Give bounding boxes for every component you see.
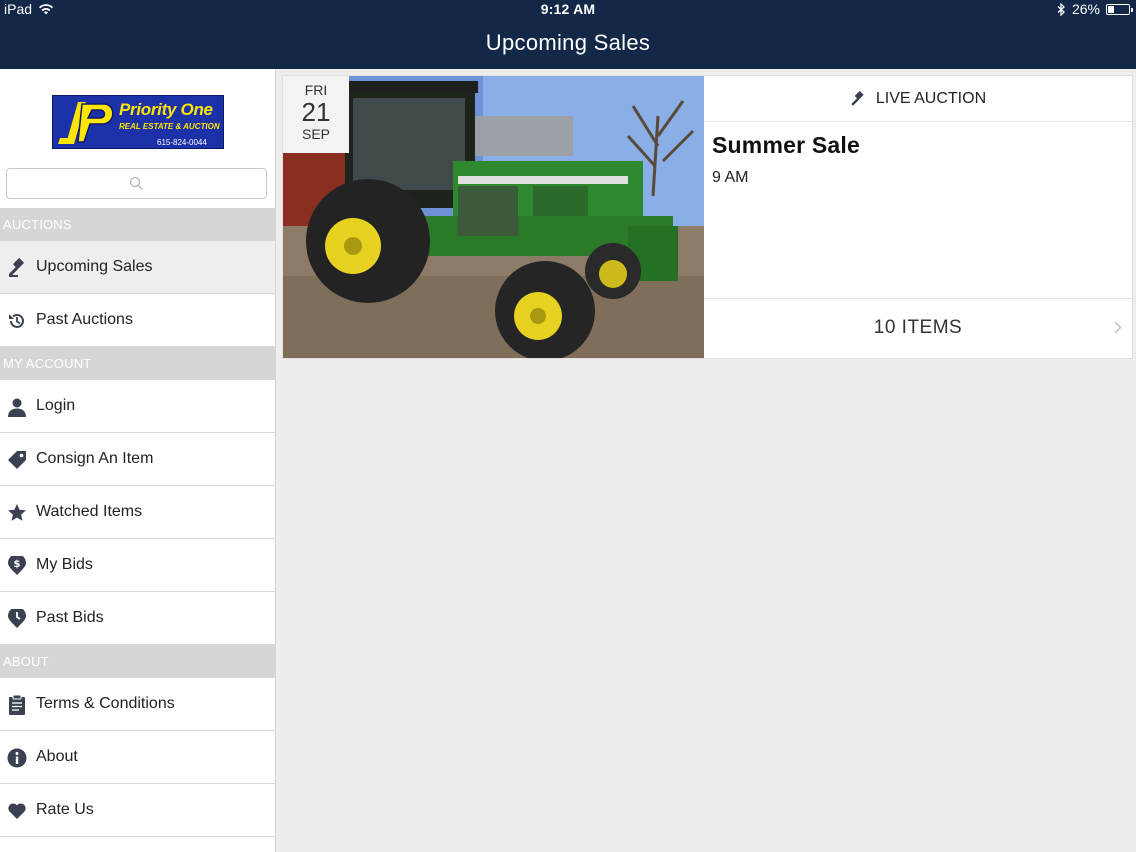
- sidebar-item-label: Rate Us: [36, 801, 94, 818]
- sidebar-item-label: Watched Items: [36, 503, 143, 520]
- clipboard-icon: [9, 695, 25, 715]
- star-icon: [8, 504, 26, 521]
- section-about: ABOUT: [0, 645, 275, 678]
- logo-mark-icon: [58, 102, 114, 144]
- chevron-right-icon: [1114, 321, 1122, 334]
- heart-icon: [8, 803, 26, 819]
- sidebar-item-consign[interactable]: Consign An Item: [0, 433, 275, 486]
- search-input[interactable]: [6, 168, 267, 199]
- user-icon: [8, 398, 26, 417]
- section-my-account: MY ACCOUNT: [0, 347, 275, 380]
- battery-percent: 26%: [1071, 1, 1100, 17]
- top-bar: iPad 9:12 AM 26% Upcoming Sales: [0, 0, 1136, 69]
- status-time: 9:12 AM: [540, 1, 596, 17]
- sale-day: 21: [301, 97, 331, 127]
- page-title: Upcoming Sales: [485, 30, 651, 55]
- sale-date-badge: FRI 21 SEP: [283, 76, 349, 153]
- logo-phone: 615-824-0044: [157, 138, 207, 147]
- sale-card[interactable]: FRI 21 SEP LIVE AUCTION Summer Sale 9 AM…: [282, 75, 1133, 359]
- sidebar-item-label: Consign An Item: [36, 450, 154, 467]
- logo-area: Priority One REAL ESTATE & AUCTION 615-8…: [0, 69, 275, 166]
- sidebar-item-label: My Bids: [36, 556, 93, 573]
- status-bar: iPad 9:12 AM 26%: [0, 0, 1136, 20]
- sidebar-item-my-bids[interactable]: $ My Bids: [0, 539, 275, 592]
- sidebar-item-label: About: [36, 748, 78, 765]
- battery-icon: [1106, 3, 1133, 15]
- bluetooth-icon: [1057, 2, 1065, 16]
- sidebar-item-label: Past Auctions: [36, 311, 133, 328]
- history-icon: [9, 313, 24, 328]
- sidebar-item-past-bids[interactable]: Past Bids: [0, 592, 275, 645]
- sidebar-item-upcoming-sales[interactable]: Upcoming Sales: [0, 241, 275, 294]
- live-auction-label[interactable]: LIVE AUCTION: [704, 76, 1132, 122]
- logo-brand: Priority One: [119, 100, 213, 119]
- sidebar-item-past-auctions[interactable]: Past Auctions: [0, 294, 275, 347]
- search-icon: [129, 176, 143, 190]
- view-items-button[interactable]: 10 ITEMS: [704, 298, 1132, 358]
- battery-fill: [1108, 5, 1114, 13]
- items-count: 10 ITEMS: [873, 317, 963, 338]
- sale-day-of-week: FRI: [304, 82, 328, 98]
- sidebar-item-terms[interactable]: Terms & Conditions: [0, 678, 275, 731]
- sidebar-item-label: Login: [36, 397, 76, 414]
- dollar-icon: $: [8, 556, 26, 575]
- sidebar-item-label: Past Bids: [36, 609, 104, 626]
- clock-badge-icon: [8, 609, 26, 628]
- tag-icon: [8, 451, 26, 469]
- auction-type: LIVE AUCTION: [875, 89, 987, 107]
- sidebar-item-rate-us[interactable]: Rate Us: [0, 784, 275, 837]
- gavel-icon: [8, 258, 24, 277]
- status-right: 26%: [1057, 1, 1133, 17]
- sidebar-item-about[interactable]: About: [0, 731, 275, 784]
- logo-subtitle: REAL ESTATE & AUCTION: [119, 122, 220, 131]
- sale-title[interactable]: Summer Sale: [712, 132, 860, 159]
- section-auctions: AUCTIONS: [0, 208, 275, 241]
- sale-month: SEP: [301, 126, 330, 142]
- sidebar: Priority One REAL ESTATE & AUCTION 615-8…: [0, 69, 276, 852]
- sidebar-menu: AUCTIONS Upcoming Sales Past Auctions MY…: [0, 208, 275, 837]
- sale-time: 9 AM: [712, 169, 749, 186]
- sidebar-item-label: Upcoming Sales: [36, 258, 153, 275]
- sidebar-item-login[interactable]: Login: [0, 380, 275, 433]
- sidebar-item-watched[interactable]: Watched Items: [0, 486, 275, 539]
- sidebar-item-label: Terms & Conditions: [36, 695, 175, 712]
- info-icon: [7, 748, 27, 768]
- priority-one-logo: Priority One REAL ESTATE & AUCTION 615-8…: [52, 95, 224, 149]
- svg-text:$: $: [14, 559, 21, 570]
- gavel-icon: [851, 90, 864, 105]
